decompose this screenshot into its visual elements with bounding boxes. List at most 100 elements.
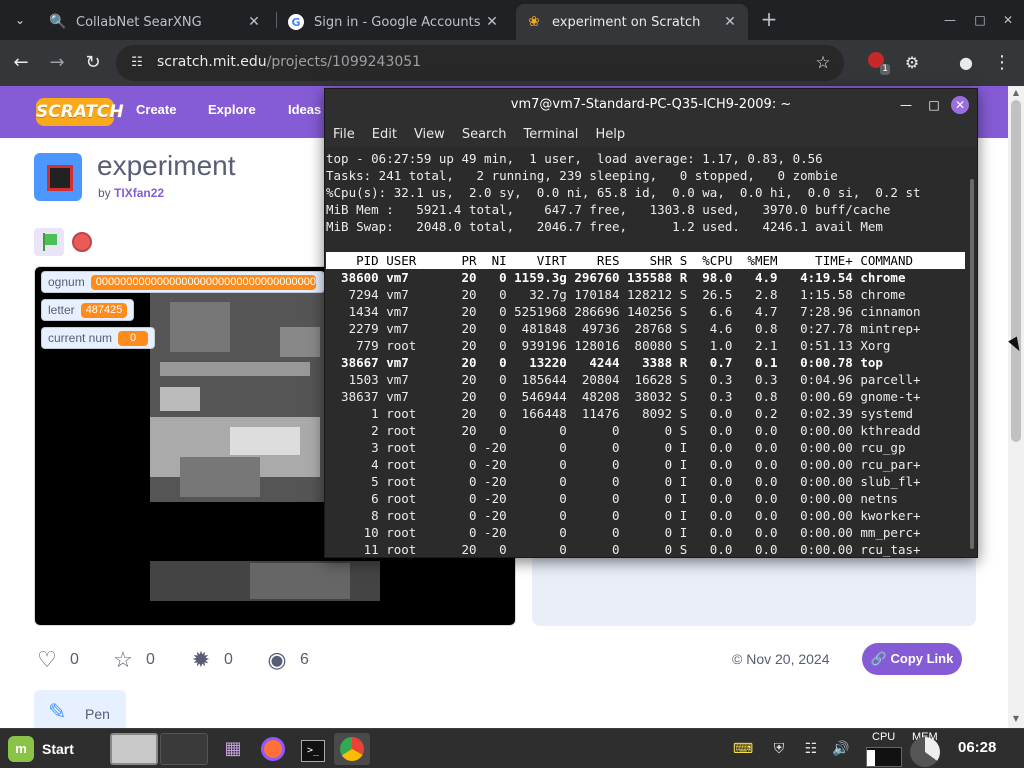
- cpu-meter-label: CPU: [872, 731, 896, 743]
- close-icon[interactable]: ✕: [722, 14, 738, 30]
- chrome-icon[interactable]: [334, 733, 370, 765]
- favorite-stat[interactable]: ☆ 0: [110, 647, 155, 673]
- extensions-puzzle-icon[interactable]: ⚙: [900, 51, 924, 75]
- author-link[interactable]: TIXfan22: [114, 186, 164, 200]
- pen-extension-label: Pen: [85, 706, 110, 722]
- scroll-thumb[interactable]: [1011, 100, 1021, 442]
- nav-ideas-link[interactable]: Ideas: [288, 102, 321, 117]
- nav-create-link[interactable]: Create: [136, 102, 176, 117]
- process-row: 11 root 20 0 0 0 0 S 0.0 0.0 0:00.00 rcu…: [326, 542, 921, 557]
- remix-count: 0: [224, 651, 233, 668]
- close-icon[interactable]: ✕: [484, 14, 500, 30]
- workspace-1-button[interactable]: [110, 733, 158, 765]
- top-summary-cpu: %Cpu(s): 32.1 us, 2.0 sy, 0.0 ni, 65.8 i…: [326, 185, 921, 200]
- process-row: 779 root 20 0 939196 128016 80080 S 1.0 …: [326, 338, 891, 353]
- new-tab-button[interactable]: +: [758, 8, 780, 30]
- monitor-label: ognum: [48, 275, 85, 289]
- bookmark-star-icon[interactable]: ☆: [812, 52, 834, 74]
- forward-arrow-icon[interactable]: →: [44, 50, 70, 76]
- process-row: 1503 vm7 20 0 185644 20804 16628 S 0.3 0…: [326, 372, 921, 387]
- close-icon[interactable]: ✕: [951, 96, 969, 114]
- back-arrow-icon[interactable]: ←: [8, 50, 34, 76]
- profile-avatar-icon[interactable]: ●: [954, 51, 978, 75]
- stage-sprite-art: [250, 563, 350, 599]
- menu-terminal[interactable]: Terminal: [523, 127, 578, 142]
- process-row: 8 root 0 -20 0 0 0 I 0.0 0.0 0:00.00 kwo…: [326, 508, 921, 523]
- tab-search-dropdown-icon[interactable]: ⌄: [8, 8, 32, 32]
- process-row: 2279 vm7 20 0 481848 49736 28768 S 4.6 0…: [326, 321, 921, 336]
- menu-file[interactable]: File: [333, 127, 355, 142]
- scratch-logo[interactable]: SCRATCH: [36, 98, 124, 126]
- variable-monitor-current-num[interactable]: current num 0: [41, 327, 156, 349]
- browser-toolbar: ← → ↻ ☷ scratch.mit.edu/projects/1099243…: [0, 40, 1024, 86]
- process-table-header: PID USER PR NI VIRT RES SHR S %CPU %MEM …: [326, 252, 965, 269]
- network-icon[interactable]: ☷: [800, 737, 822, 761]
- firefox-icon[interactable]: [258, 737, 288, 761]
- process-row: 1434 vm7 20 0 5251968 286696 140256 S 6.…: [326, 304, 921, 319]
- site-info-icon[interactable]: ☷: [128, 54, 146, 72]
- nav-explore-link[interactable]: Explore: [208, 102, 256, 117]
- pen-icon: ✎: [48, 700, 67, 725]
- terminal-title: vm7@vm7-Standard-PC-Q35-ICH9-2009: ~: [325, 89, 977, 121]
- minimize-window-icon[interactable]: —: [940, 10, 960, 30]
- menu-help[interactable]: Help: [595, 127, 625, 142]
- stop-button[interactable]: [72, 232, 92, 252]
- reload-icon[interactable]: ↻: [80, 50, 106, 76]
- terminal-window[interactable]: vm7@vm7-Standard-PC-Q35-ICH9-2009: ~ — □…: [324, 88, 978, 558]
- extension-icon[interactable]: 1: [864, 51, 890, 75]
- process-row: 10 root 0 -20 0 0 0 I 0.0 0.0 0:00.00 mm…: [326, 525, 921, 540]
- close-window-icon[interactable]: ✕: [998, 10, 1018, 30]
- tab-scratch-experiment[interactable]: ❀ experiment on Scratch ✕: [516, 4, 748, 40]
- scroll-up-arrow-icon[interactable]: ▲: [1011, 88, 1021, 98]
- terminal-scroll-thumb[interactable]: [970, 179, 974, 549]
- maximize-icon[interactable]: □: [925, 96, 943, 114]
- love-stat[interactable]: ♡ 0: [34, 647, 79, 673]
- variable-monitor-letter[interactable]: letter 487425: [41, 299, 135, 321]
- url-text[interactable]: scratch.mit.edu/projects/1099243051: [157, 54, 421, 70]
- monitor-value: 487425: [80, 302, 128, 318]
- terminal-scrollbar[interactable]: [967, 149, 977, 557]
- stage-sprite-art: [230, 427, 300, 455]
- tab-searxng[interactable]: 🔍 CollabNet SearXNG ✕: [40, 4, 272, 40]
- copy-link-button[interactable]: 🔗 Copy Link: [862, 643, 962, 675]
- process-row: 1 root 20 0 166448 11476 8092 S 0.0 0.2 …: [326, 406, 913, 421]
- tab-title: experiment on Scratch: [552, 14, 701, 30]
- copyright-icon: ©: [732, 651, 743, 667]
- terminal-icon[interactable]: >_: [298, 737, 328, 762]
- maximize-window-icon[interactable]: □: [970, 10, 990, 30]
- stage-sprite-art: [160, 387, 200, 411]
- scroll-down-arrow-icon[interactable]: ▼: [1011, 714, 1021, 724]
- process-row: 7294 vm7 20 0 32.7g 170184 128212 S 26.5…: [326, 287, 906, 302]
- more-menu-icon[interactable]: ⋮: [990, 51, 1014, 75]
- tab-google-signin[interactable]: G Sign in - Google Accounts ✕: [278, 4, 510, 40]
- variable-monitor-ognum[interactable]: ognum 0000000000000000000000000000000000…: [41, 271, 325, 293]
- file-manager-icon[interactable]: ▦: [220, 737, 246, 761]
- heart-icon: ♡: [37, 647, 57, 672]
- stage-sprite-art: [180, 457, 260, 497]
- menu-edit[interactable]: Edit: [372, 127, 397, 142]
- terminal-output[interactable]: top - 06:27:59 up 49 min, 1 user, load a…: [325, 149, 965, 557]
- mem-meter: MEM: [908, 731, 944, 767]
- clock[interactable]: 06:28: [958, 739, 996, 756]
- tab-title: Sign in - Google Accounts: [314, 14, 481, 30]
- minimize-icon[interactable]: —: [897, 96, 915, 114]
- shield-icon[interactable]: ⛨: [768, 737, 790, 761]
- top-summary-mem: MiB Mem : 5921.4 total, 647.7 free, 1303…: [326, 202, 891, 217]
- menu-view[interactable]: View: [414, 127, 445, 142]
- process-row: 2 root 20 0 0 0 0 S 0.0 0.0 0:00.00 kthr…: [326, 423, 921, 438]
- start-menu-button[interactable]: m Start: [8, 735, 74, 763]
- workspace-2-button[interactable]: [160, 733, 208, 765]
- close-icon[interactable]: ✕: [246, 14, 262, 30]
- green-flag-button[interactable]: [34, 228, 64, 256]
- volume-icon[interactable]: 🔊: [830, 737, 852, 761]
- linux-mint-icon: m: [8, 736, 34, 762]
- mem-meter-pie: [910, 737, 940, 767]
- clipboard-icon[interactable]: ⌨: [732, 737, 754, 761]
- scratch-icon: ❀: [528, 14, 540, 30]
- terminal-menubar: File Edit View Search Terminal Help: [325, 121, 977, 147]
- address-bar[interactable]: ☷ scratch.mit.edu/projects/1099243051 ☆: [116, 45, 844, 81]
- menu-search[interactable]: Search: [462, 127, 507, 142]
- page-scrollbar[interactable]: ▲ ▼: [1008, 86, 1024, 728]
- cpu-meter-graph: [866, 747, 902, 767]
- monitor-label: letter: [48, 303, 75, 317]
